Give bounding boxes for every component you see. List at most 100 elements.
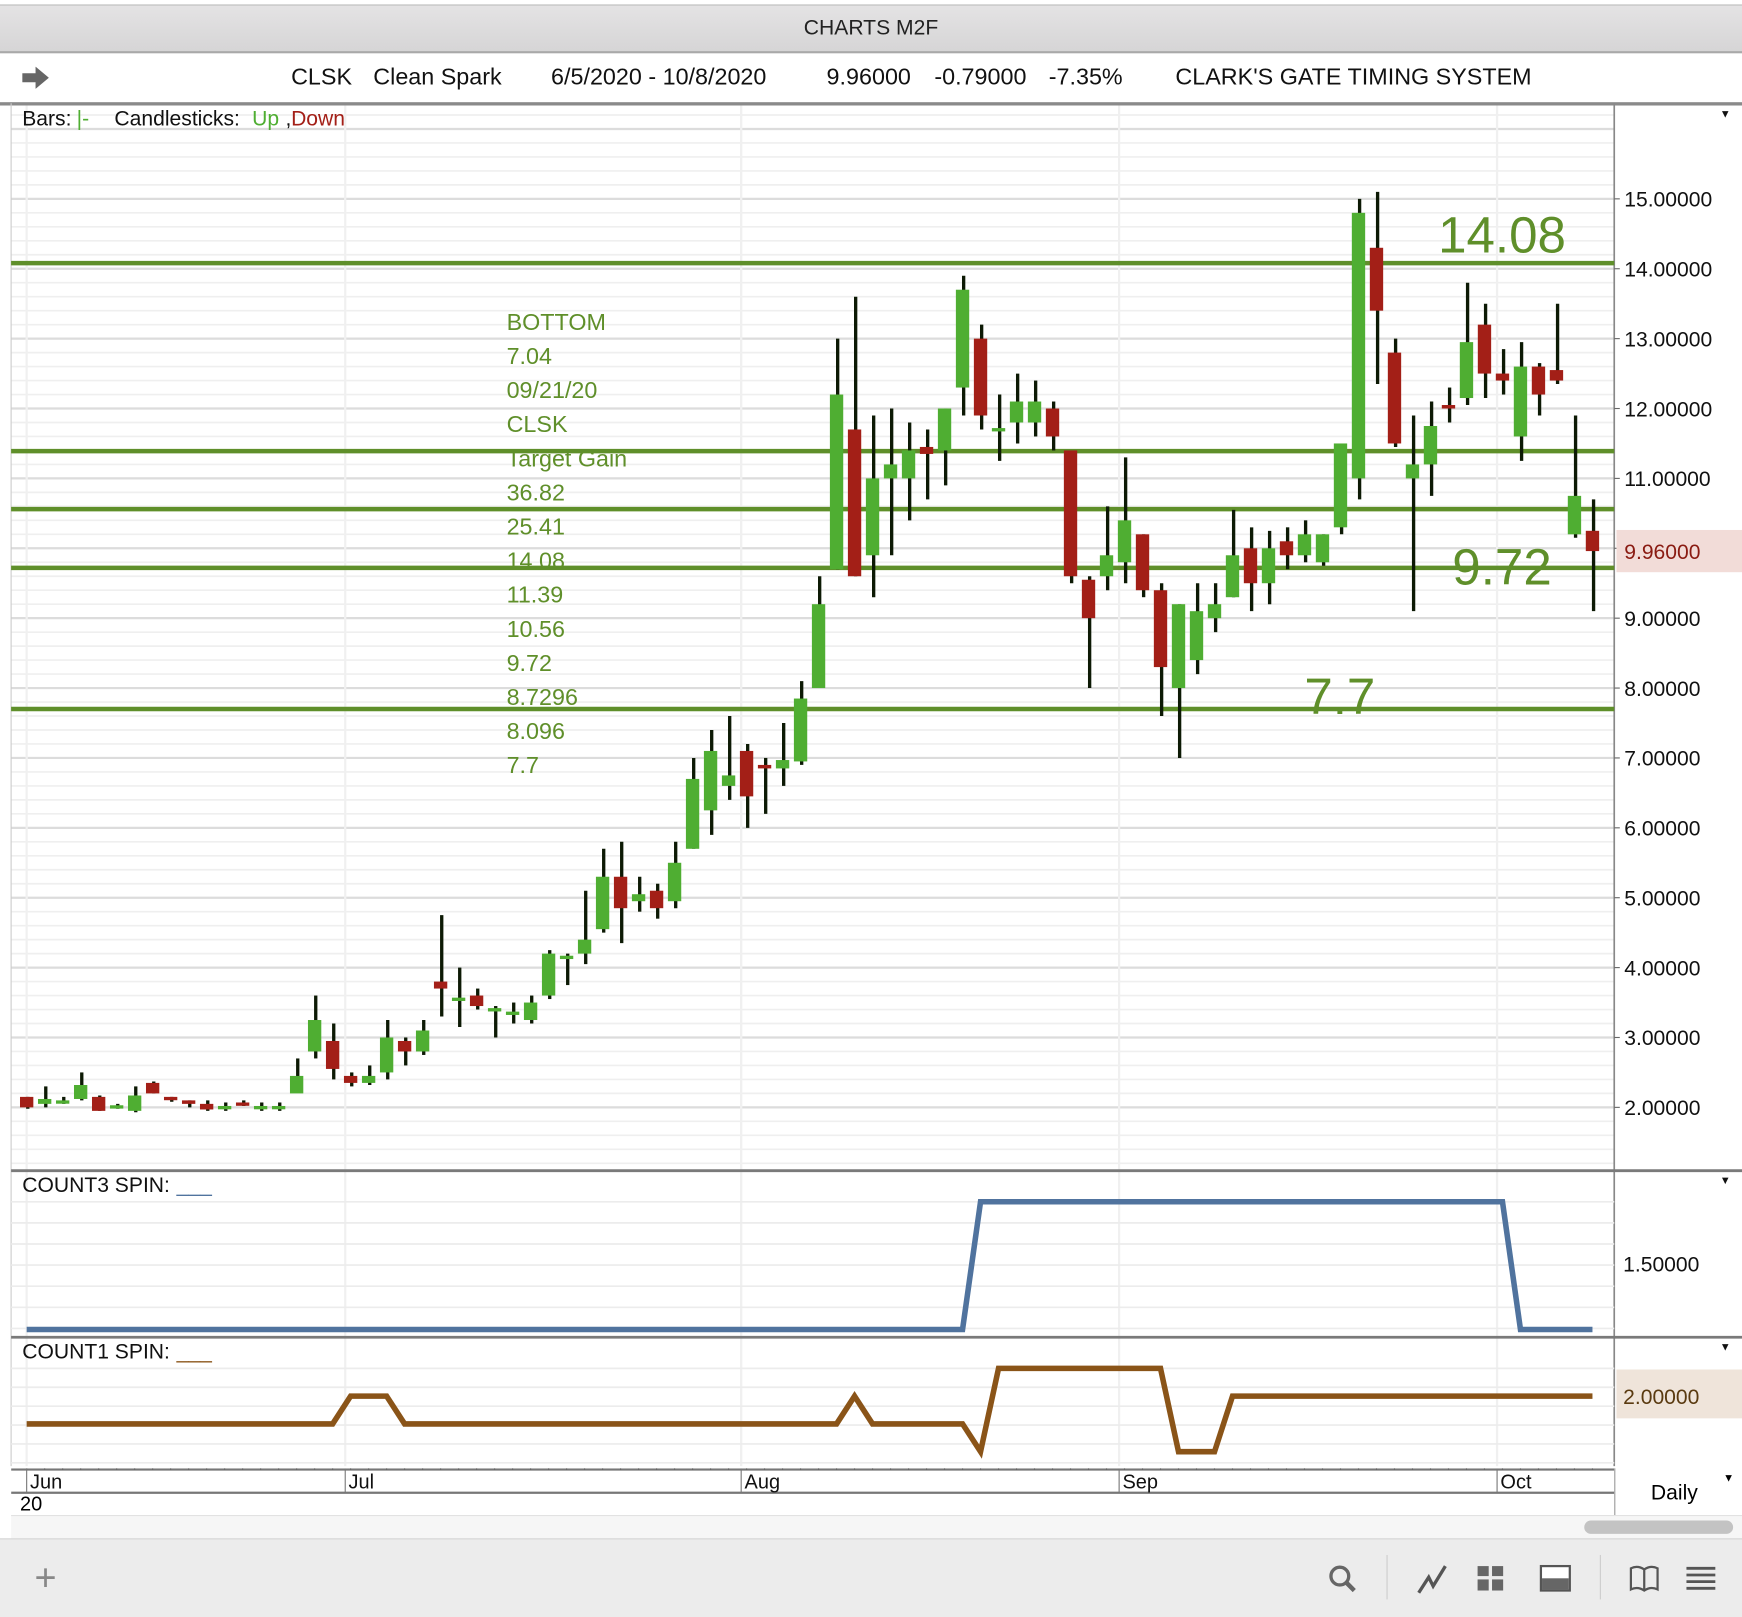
- annotation-text: 7.7: [507, 752, 539, 778]
- candle-body: [919, 446, 934, 454]
- annotation-text: 11.39: [507, 582, 564, 608]
- x-tick-label: Jun: [30, 1471, 62, 1493]
- candle-body: [1099, 555, 1114, 577]
- candle: [973, 324, 988, 430]
- candle-body: [307, 1020, 322, 1052]
- candle-body: [1567, 495, 1582, 535]
- book-icon[interactable]: [1628, 1562, 1661, 1595]
- count1-line: [26, 1365, 1593, 1459]
- scrollbar-thumb[interactable]: [1584, 1520, 1734, 1534]
- candle-body: [1189, 611, 1204, 661]
- candle-body: [991, 428, 1006, 432]
- level-label: 7.7: [1304, 668, 1375, 725]
- horizontal-scrollbar[interactable]: [11, 1514, 1742, 1539]
- candle: [541, 950, 556, 1000]
- charts-window: CHARTS M2F CLSK Clean Spark 6/5/2020 - 1…: [0, 0, 1742, 1617]
- candle-body: [775, 760, 790, 769]
- chevron-down-icon[interactable]: ▼: [1720, 1342, 1731, 1354]
- y-tick-label: 14.00000: [1624, 259, 1712, 282]
- candle-body: [739, 750, 754, 797]
- annotation-text: BOTTOM: [507, 309, 606, 335]
- candle-body: [829, 394, 844, 570]
- count1-tick: 2.00000: [1623, 1386, 1699, 1409]
- y-tick-label: 11.00000: [1624, 468, 1710, 491]
- candle-body: [1225, 555, 1240, 598]
- candle-body: [1351, 212, 1366, 479]
- y-tick-label: 8.00000: [1624, 678, 1700, 701]
- candle-body: [469, 995, 484, 1007]
- y-tick-label: 12.00000: [1624, 398, 1712, 421]
- candle-body: [1315, 534, 1330, 563]
- candle-body: [559, 955, 574, 960]
- candle-body: [505, 1011, 520, 1015]
- candle-body: [1459, 342, 1474, 399]
- interval-label: Daily: [1650, 1481, 1698, 1505]
- candle-body: [1117, 520, 1132, 563]
- candle-body: [613, 876, 628, 909]
- candle: [1063, 450, 1078, 584]
- y-tick-label: 2.00000: [1624, 1097, 1700, 1120]
- candle-body: [1423, 425, 1438, 465]
- chevron-down-icon[interactable]: ▼: [1720, 109, 1731, 121]
- interval-selector[interactable]: Daily ▼: [1614, 1468, 1742, 1515]
- search-icon[interactable]: [1325, 1562, 1358, 1595]
- candle-body: [181, 1100, 196, 1104]
- candle-body: [757, 764, 772, 769]
- y-tick-label: 3.00000: [1624, 1027, 1700, 1050]
- candle-body: [1045, 408, 1060, 437]
- price-chart[interactable]: BOTTOM 7.04 09/21/20 CLSK Target Gain 36.82 25…: [0, 0, 1742, 1468]
- candle-body: [73, 1085, 88, 1099]
- x-tick-label: Aug: [745, 1471, 781, 1493]
- candle-body: [631, 894, 646, 902]
- candle-body: [1585, 530, 1600, 552]
- annotation-text: 8.7296: [507, 684, 578, 710]
- candle: [145, 1081, 160, 1094]
- candle-body: [1387, 352, 1402, 444]
- grid-layout-icon[interactable]: [1474, 1562, 1507, 1595]
- legend-candles-label: Candlesticks:: [114, 108, 239, 131]
- candle-body: [847, 429, 862, 577]
- menu-icon[interactable]: [1684, 1562, 1717, 1595]
- candle-body: [253, 1105, 268, 1110]
- x-axis: Jun Jul Aug Sep Oct 20: [11, 1463, 1615, 1515]
- toolbar-divider: [1599, 1554, 1601, 1600]
- candle-body: [1171, 604, 1186, 689]
- annotation-text: 36.82: [507, 479, 565, 505]
- candle-body: [145, 1082, 160, 1094]
- candle-body: [199, 1103, 214, 1110]
- count3-tick: 1.50000: [1623, 1254, 1699, 1277]
- candle-body: [1405, 464, 1420, 479]
- x-tick-label: Sep: [1122, 1471, 1158, 1493]
- candle-body: [973, 338, 988, 416]
- add-icon[interactable]: +: [29, 1559, 62, 1597]
- candle-body: [1261, 548, 1276, 584]
- candle-body: [1279, 541, 1294, 556]
- y-tick-label: 9.00000: [1624, 608, 1700, 631]
- candle-body: [1477, 324, 1492, 374]
- candle-body: [487, 1008, 502, 1012]
- candle-body: [109, 1105, 124, 1109]
- candle: [1135, 534, 1150, 598]
- x-tick-label: Oct: [1500, 1471, 1532, 1493]
- candle-body: [523, 1002, 538, 1021]
- annotation-text: 14.08: [507, 548, 565, 574]
- candle-body: [1207, 604, 1222, 619]
- candle-body: [649, 890, 664, 909]
- candle: [1333, 443, 1348, 535]
- y-tick-label: 13.00000: [1624, 328, 1712, 351]
- candle-body: [1009, 401, 1024, 423]
- panel-icon[interactable]: [1539, 1562, 1572, 1595]
- candle-body: [1495, 373, 1510, 381]
- last-price-label: 9.96000: [1624, 541, 1700, 564]
- candle-body: [127, 1095, 142, 1111]
- legend-up: Up: [252, 108, 279, 131]
- candle-body: [1513, 366, 1528, 437]
- line-chart-icon[interactable]: [1415, 1562, 1448, 1595]
- annotation-text: 25.41: [507, 513, 565, 539]
- chevron-down-icon[interactable]: ▼: [1720, 1175, 1731, 1187]
- legend-bars-glyph: |-: [77, 108, 90, 131]
- candle-body: [577, 939, 592, 954]
- annotation-text: 10.56: [507, 616, 565, 642]
- candle-body: [1135, 534, 1150, 591]
- candle-body: [271, 1105, 286, 1110]
